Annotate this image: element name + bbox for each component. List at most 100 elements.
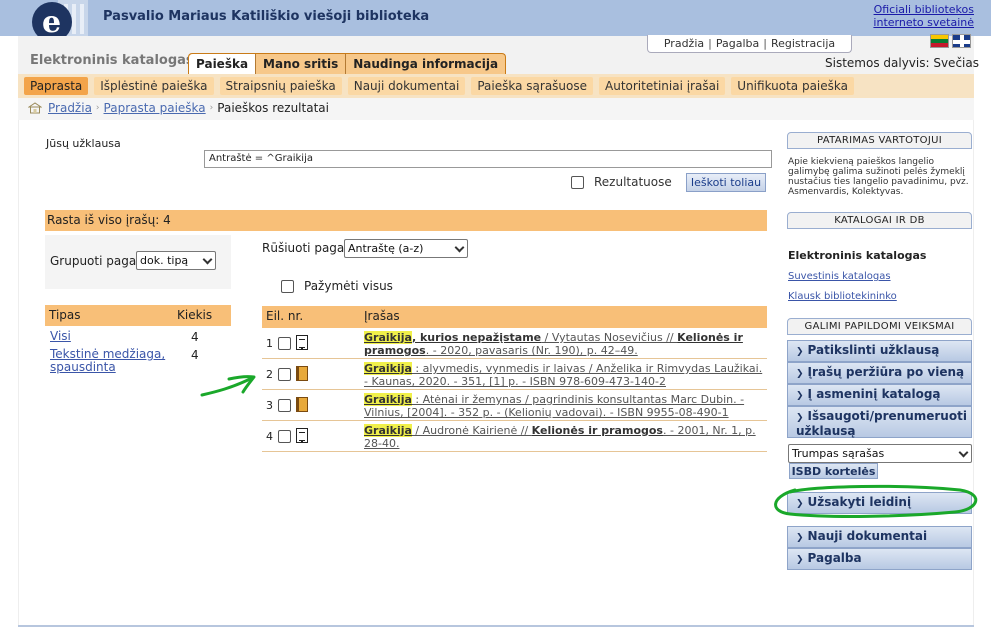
- record-text: Graikija / Audronė Kairienė // Kelionės …: [364, 424, 764, 450]
- breadcrumb-current: Paieškos rezultatai: [217, 101, 329, 115]
- subtab-list-search[interactable]: Paieška sąrašuose: [471, 77, 594, 95]
- refine-query-button[interactable]: ❯ Patikslinti užklausą: [787, 340, 972, 362]
- breadcrumb-simple-search[interactable]: Paprasta paieška: [104, 101, 206, 115]
- subtab-authority[interactable]: Autoritetiniai įrašai: [599, 77, 726, 95]
- help-link[interactable]: Pagalba: [712, 37, 763, 50]
- mark-all-label: Pažymėti visus: [304, 279, 393, 293]
- ask-librarian-link[interactable]: Klausk bibliotekininko: [788, 291, 897, 302]
- subtab-articles[interactable]: Straipsnių paieška: [219, 77, 342, 95]
- record-description[interactable]: : alyvmedis, vynmedis ir laivas / Anželi…: [364, 362, 762, 388]
- results-table-header: Eil. nr. Įrašas: [262, 306, 767, 328]
- to-personal-catalog-button[interactable]: ❯ Į asmeninį katalogą: [787, 384, 972, 406]
- order-publication-label: Užsakyti leidinį: [807, 495, 912, 509]
- record-description[interactable]: / Audronė Kairienė //: [412, 424, 532, 437]
- e-catalog-title: Elektroninis katalogas: [788, 249, 927, 262]
- help-button[interactable]: ❯ Pagalba: [787, 548, 972, 570]
- table-row: Tekstinė medžiaga, spausdinta 4: [45, 344, 231, 374]
- chevron-down-icon: [202, 254, 213, 265]
- actions-header: GALIMI PAPILDOMI VEIKSMAI: [787, 318, 972, 335]
- breadcrumb-separator: ›: [209, 103, 214, 113]
- record-title-link[interactable]: Graikija, kurios nepažįstame: [364, 331, 541, 344]
- record-description[interactable]: / Vytautas Nosevičius //: [541, 331, 677, 344]
- query-input[interactable]: Antraštė = ^Graikija: [204, 150, 772, 168]
- home-link[interactable]: Pradžia: [660, 37, 708, 50]
- register-link[interactable]: Registracija: [767, 37, 839, 50]
- type-link-all[interactable]: Visi: [50, 329, 71, 343]
- subtab-unified[interactable]: Unifikuota paieška: [731, 77, 854, 95]
- subtab-simple[interactable]: Paprasta: [24, 77, 89, 95]
- chevron-right-icon: ❯: [796, 499, 804, 509]
- record-description[interactable]: . - 2020, pavasaris (Nr. 190), p. 42–49.: [426, 344, 638, 357]
- record-checkbox[interactable]: [278, 368, 291, 381]
- search-further-button[interactable]: Ieškoti toliau: [686, 173, 766, 192]
- chevron-right-icon: ❯: [796, 347, 804, 357]
- group-label: Grupuoti pagal: [50, 254, 140, 268]
- subtab-advanced[interactable]: Išplėstinė paieška: [94, 77, 214, 95]
- record-number: 2: [266, 368, 273, 381]
- bottom-border: [18, 625, 974, 627]
- number-column-header: Eil. nr.: [266, 309, 304, 323]
- in-results-label: Rezultatuose: [594, 175, 672, 189]
- union-catalog-link[interactable]: Suvestinis katalogas: [788, 271, 891, 282]
- subtab-new-documents[interactable]: Nauji dokumentai: [347, 77, 466, 95]
- to-personal-catalog-label: Į asmeninį katalogą: [807, 387, 941, 401]
- tab-useful-info[interactable]: Naudinga informacija: [345, 54, 505, 74]
- view-one-by-one-label: Įrašų peržiūra po vieną: [807, 365, 965, 379]
- table-row: Visi 4: [45, 326, 231, 345]
- record-number: 1: [266, 337, 273, 350]
- breadcrumb-separator: ›: [95, 103, 100, 113]
- document-icon: [296, 428, 308, 443]
- mark-all-checkbox[interactable]: [281, 279, 294, 293]
- type-link-printed-text[interactable]: Tekstinė medžiaga, spausdinta: [50, 347, 165, 374]
- order-publication-button[interactable]: ❯ Užsakyti leidinį: [787, 492, 972, 514]
- table-row: 3 Graikija : Atėnai ir žemynas / pagrind…: [262, 390, 767, 421]
- search-subtabs: Paprasta Išplėstinė paieška Straipsnių p…: [24, 77, 854, 95]
- record-text: Graikija, kurios nepažįstame / Vytautas …: [364, 331, 764, 357]
- record-checkbox[interactable]: [278, 399, 291, 412]
- chevron-right-icon: ❯: [796, 555, 804, 565]
- language-flags: [930, 34, 971, 48]
- save-subscribe-query-button[interactable]: ❯ Išsaugoti/prenumeruoti užklausą: [787, 406, 972, 438]
- top-links: Pradžia | Pagalba | Registracija: [647, 35, 852, 53]
- library-logo: e: [32, 0, 88, 40]
- refine-query-label: Patikslinti užklausą: [807, 343, 940, 357]
- chevron-down-icon: [958, 447, 969, 458]
- svg-text:e: e: [42, 5, 61, 40]
- type-table-header: Tipas Kiekis: [45, 305, 231, 326]
- group-select-value: dok. tipą: [140, 254, 189, 267]
- tip-header: PATARIMAS VARTOTOJUI: [787, 132, 972, 149]
- tab-my-area[interactable]: Mano sritis: [255, 54, 345, 74]
- in-results-checkbox[interactable]: [571, 175, 584, 189]
- chevron-down-icon: [454, 242, 465, 253]
- list-format-select[interactable]: Trumpas sąrašas: [788, 444, 972, 463]
- home-icon: [28, 102, 42, 114]
- document-icon: [296, 335, 308, 350]
- record-title-link[interactable]: Graikija: [364, 393, 412, 406]
- record-description[interactable]: : Atėnai ir žemynas / pagrindinis konsul…: [364, 393, 744, 419]
- record-checkbox[interactable]: [278, 337, 291, 350]
- in-results-option: Rezultatuose: [571, 175, 672, 189]
- record-source-link[interactable]: Kelionės ir pramogos: [532, 424, 663, 437]
- new-documents-button[interactable]: ❯ Nauji dokumentai: [787, 526, 972, 548]
- record-column-header: Įrašas: [364, 309, 400, 323]
- chevron-right-icon: ❯: [796, 413, 804, 423]
- record-checkbox[interactable]: [278, 430, 291, 443]
- chevron-right-icon: ❯: [796, 391, 804, 401]
- table-row: 4 Graikija / Audronė Kairienė // Kelionė…: [262, 421, 767, 452]
- official-website-link[interactable]: Oficiali bibliotekos interneto svetainė: [864, 3, 974, 29]
- english-flag-icon[interactable]: [952, 34, 971, 48]
- group-select[interactable]: dok. tipą: [136, 251, 216, 270]
- mark-all-option: Pažymėti visus: [281, 279, 393, 293]
- list-format-value: Trumpas sąrašas: [792, 447, 885, 460]
- tip-text: Apie kiekvieną paieškos langelio galimyb…: [788, 157, 969, 197]
- breadcrumb-home[interactable]: Pradžia: [48, 101, 92, 115]
- view-one-by-one-button[interactable]: ❯ Įrašų peržiūra po vieną: [787, 362, 972, 384]
- tab-search[interactable]: Paieška: [189, 54, 256, 74]
- record-title-link[interactable]: Graikija: [364, 362, 412, 375]
- book-icon: [296, 366, 308, 381]
- sort-select[interactable]: Antraštę (a-z): [344, 239, 468, 258]
- isbd-cards-button[interactable]: ISBD kortelės: [789, 463, 878, 479]
- record-title-link[interactable]: Graikija: [364, 424, 412, 437]
- lithuanian-flag-icon[interactable]: [930, 34, 949, 48]
- results-count: Rasta iš viso įrašų: 4: [45, 210, 767, 231]
